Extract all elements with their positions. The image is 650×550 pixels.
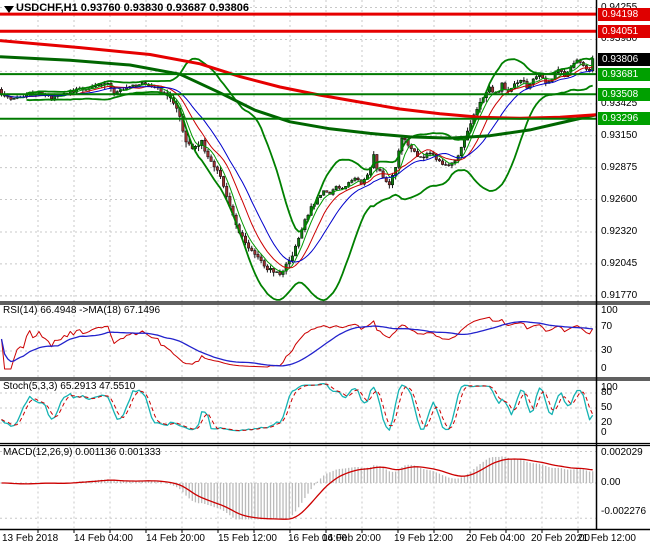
bear-candle	[491, 86, 495, 93]
bear-candle	[206, 150, 210, 158]
horizontal-level-lines	[0, 12, 596, 120]
macd-panel	[1, 456, 594, 520]
bear-candle	[219, 169, 222, 177]
bull-candle	[269, 268, 272, 271]
bear-candle	[419, 156, 423, 158]
bear-candle	[278, 271, 282, 275]
bull-candle	[319, 194, 323, 198]
bull-candle	[453, 160, 457, 164]
bear-candle	[265, 265, 269, 271]
bear-candle	[259, 256, 263, 261]
bull-candle	[275, 271, 279, 273]
bull-candle	[519, 80, 523, 83]
macd-gridlines	[0, 451, 596, 519]
bull-candle	[297, 238, 301, 247]
bear-candle	[431, 152, 435, 155]
bear-candle	[272, 268, 276, 273]
bear-candle	[378, 168, 382, 172]
bull-candle	[322, 190, 326, 196]
bear-candle	[250, 247, 254, 251]
bear-candle	[387, 181, 391, 186]
bear-candle	[403, 137, 407, 140]
bull-candle	[459, 146, 463, 157]
stoch-gridlines	[0, 392, 596, 424]
bull-candle	[516, 82, 520, 84]
bear-candle	[422, 156, 426, 159]
bull-candle	[197, 145, 201, 147]
bear-candle	[522, 80, 526, 82]
bear-candle	[444, 164, 448, 166]
bear-candle	[525, 81, 529, 89]
bull-candle	[350, 180, 354, 183]
bull-candle	[118, 89, 122, 92]
rsi-panel	[0, 316, 594, 370]
bull-candle	[290, 255, 294, 262]
bear-candle	[244, 235, 247, 244]
bull-candle	[131, 84, 135, 87]
bear-candle	[356, 177, 360, 181]
bear-candle	[541, 74, 545, 79]
rsi-gridlines	[0, 326, 596, 352]
bear-candle	[143, 82, 147, 85]
bull-candle	[462, 139, 466, 148]
macd-indicator-label: MACD(12,26,9) 0.001136 0.001333	[3, 447, 161, 458]
bear-candle	[247, 242, 251, 249]
stoch-indicator-label: Stoch(5,3,3) 65.2913 47.5510	[3, 381, 136, 392]
symbol-pointer-icon	[4, 6, 14, 13]
bear-candle	[256, 254, 260, 258]
bull-candle	[115, 91, 119, 94]
chart-canvas[interactable]	[0, 0, 650, 550]
bear-candle	[441, 160, 444, 165]
bear-candle	[225, 186, 229, 197]
rsi-indicator-label: RSI(14) 66.4948 ->MA(18) 67.1496	[3, 305, 161, 316]
bear-candle	[212, 161, 216, 168]
bull-candle	[294, 245, 297, 257]
bear-candle	[437, 159, 441, 162]
bear-candle	[222, 176, 226, 187]
bear-candle	[337, 186, 341, 189]
bear-candle	[187, 141, 191, 145]
bear-candle	[253, 250, 257, 255]
bear-candle	[134, 84, 138, 87]
mt4-chart-window: USDCHF,H1 0.93760 0.93830 0.93687 0.9380…	[0, 0, 650, 550]
bear-candle	[412, 148, 416, 152]
bear-candle	[9, 96, 13, 100]
bear-candle	[209, 156, 213, 162]
bear-candle	[447, 164, 451, 166]
bull-candle	[428, 152, 432, 155]
bull-candle	[334, 186, 338, 190]
bull-candle	[591, 58, 595, 72]
bear-candle	[381, 170, 385, 178]
chart-title-ohlc: USDCHF,H1 0.93760 0.93830 0.93687 0.9380…	[16, 2, 250, 14]
bear-candle	[262, 260, 266, 267]
bear-candle	[215, 166, 219, 171]
bull-candle	[353, 177, 357, 181]
horizontal-gridlines	[0, 7, 596, 297]
vertical-gridlines	[37, 0, 579, 302]
bear-candle	[325, 190, 329, 193]
bull-candle	[12, 98, 16, 100]
bear-candle	[503, 82, 507, 90]
bull-candle	[534, 76, 538, 80]
